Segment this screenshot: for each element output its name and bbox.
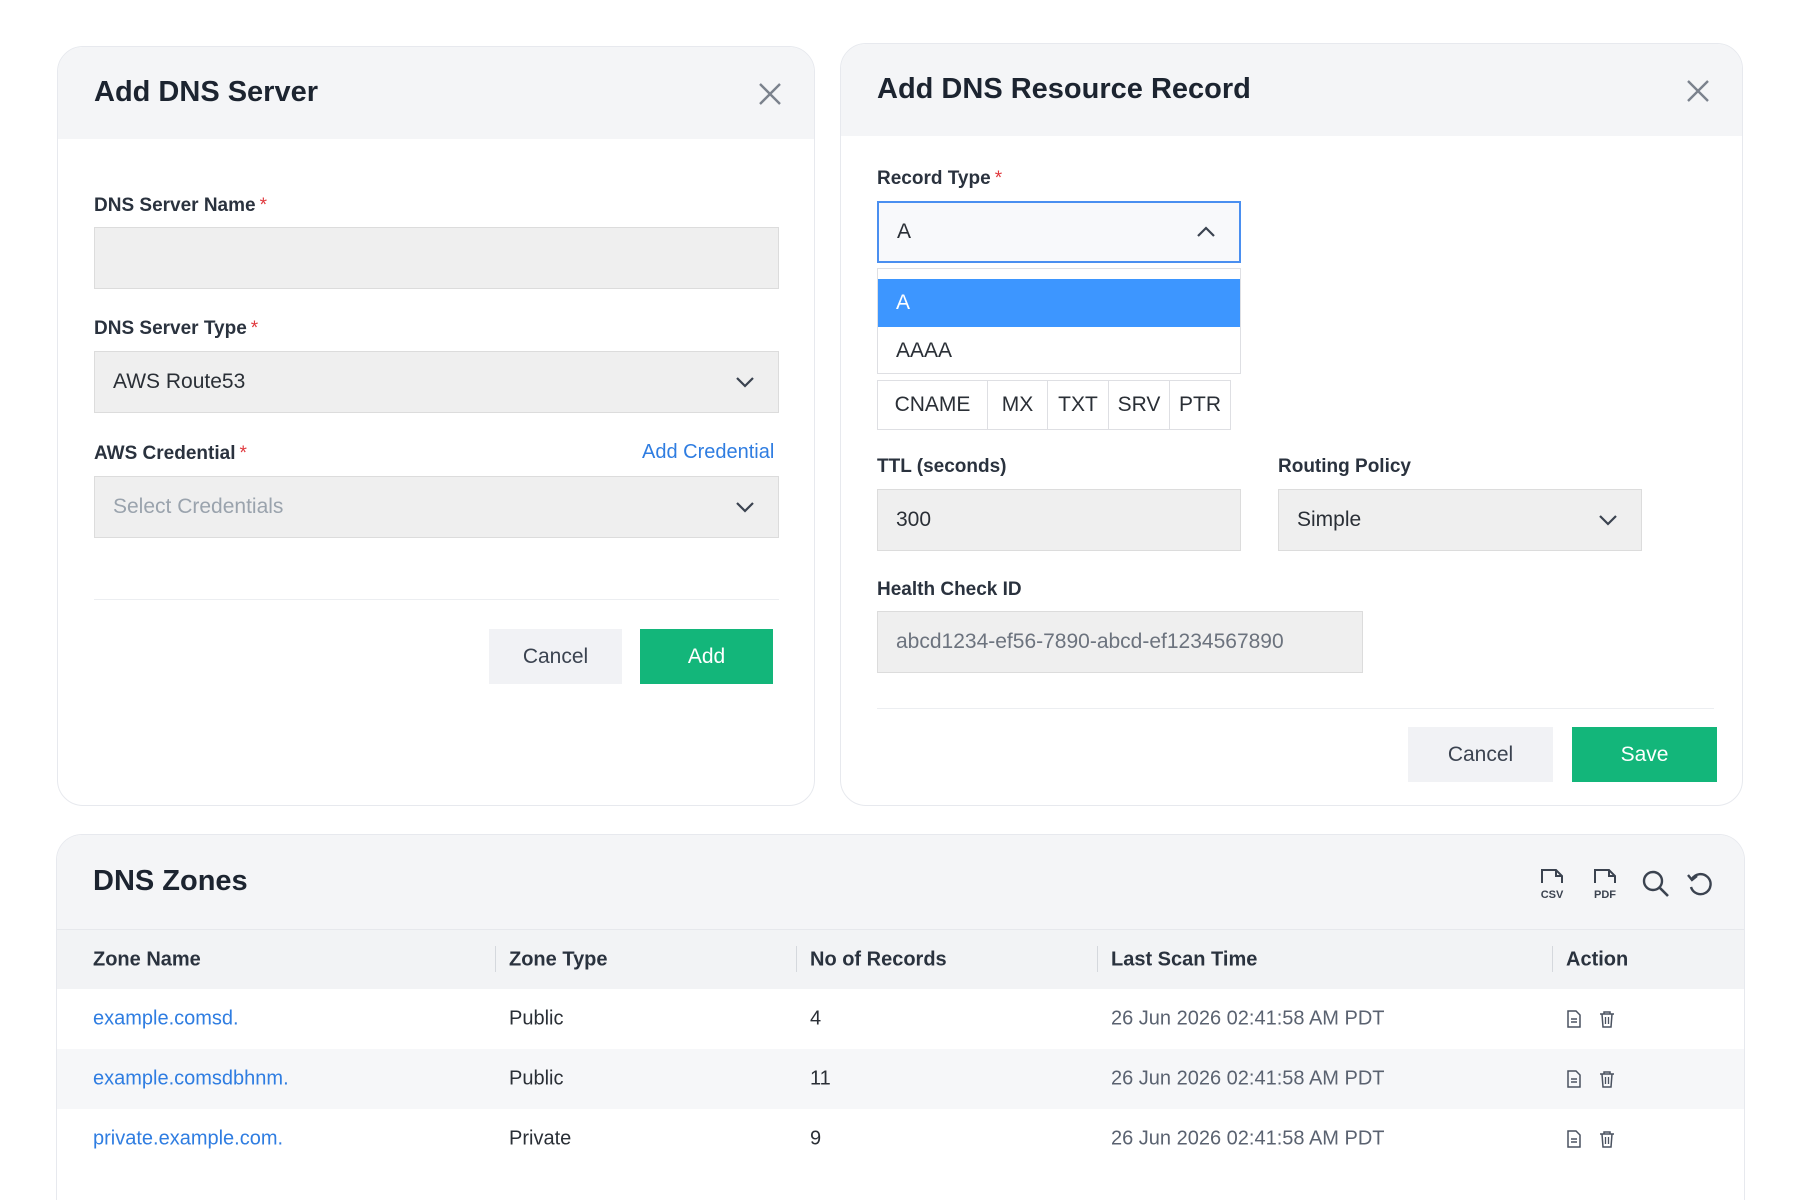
record-count: 4: [810, 1007, 822, 1030]
record-option-ptr[interactable]: PTR: [1170, 381, 1230, 429]
table-header: Zone Name Zone Type No of Records Last S…: [57, 929, 1744, 989]
dns-server-type-select[interactable]: AWS Route53: [94, 351, 779, 413]
close-icon[interactable]: [1683, 76, 1713, 106]
ttl-label: TTL (seconds): [877, 456, 1007, 477]
required-mark: *: [250, 318, 259, 339]
required-mark: *: [259, 195, 267, 216]
save-button[interactable]: Save: [1572, 727, 1717, 782]
zone-name-link[interactable]: example.comsd.: [93, 1008, 239, 1031]
chevron-down-icon: [736, 502, 754, 513]
column-divider: [1552, 946, 1553, 972]
health-check-label: Health Check ID: [877, 579, 1022, 600]
health-check-value: abcd1234-ef56-7890-abcd-ef1234567890: [896, 630, 1284, 653]
view-details-icon[interactable]: [1566, 1010, 1582, 1028]
last-scan-time: 26 Jun 2026 02:41:58 AM PDT: [1111, 1007, 1385, 1030]
csv-export-icon[interactable]: CSV: [1535, 867, 1569, 901]
refresh-icon[interactable]: [1686, 870, 1714, 898]
required-mark: *: [994, 168, 1003, 189]
add-button[interactable]: Add: [640, 629, 773, 684]
view-details-icon[interactable]: [1566, 1070, 1582, 1088]
panel-header: DNS Zones CSV PDF: [57, 835, 1744, 929]
add-dns-server-dialog: Add DNS Server DNS Server Name * DNS Serv…: [57, 46, 815, 806]
column-divider: [495, 946, 496, 972]
record-option-cname[interactable]: CNAME: [878, 381, 988, 429]
record-count: 9: [810, 1127, 822, 1150]
aws-credential-select[interactable]: Select Credentials: [94, 476, 779, 538]
column-action: Action: [1566, 948, 1629, 970]
chevron-down-icon: [1599, 515, 1617, 526]
svg-text:PDF: PDF: [1594, 889, 1616, 901]
chevron-down-icon: [736, 377, 754, 388]
zone-name-link[interactable]: example.comsdbhnm.: [93, 1068, 289, 1091]
dialog-title: Add DNS Resource Record: [877, 73, 1251, 105]
svg-text:CSV: CSV: [1541, 889, 1564, 901]
dialog-title: Add DNS Server: [94, 76, 319, 108]
zone-name-link[interactable]: private.example.com.: [93, 1128, 283, 1151]
record-type-label: Record Type *: [877, 168, 1003, 189]
zone-type: Public: [509, 1067, 564, 1090]
required-mark: *: [239, 443, 247, 464]
delete-icon[interactable]: [1599, 1130, 1615, 1148]
delete-icon[interactable]: [1599, 1010, 1615, 1028]
table-row: example.comsdbhnm. Public 11 26 Jun 2026…: [57, 1049, 1744, 1109]
record-type-value: A: [897, 220, 912, 243]
routing-policy-label: Routing Policy: [1278, 456, 1411, 477]
add-dns-record-dialog: Add DNS Resource Record Record Type * A A…: [840, 43, 1743, 806]
search-icon[interactable]: [1641, 869, 1671, 899]
dns-server-name-input[interactable]: [94, 227, 779, 289]
dns-server-type-label: DNS Server Type *: [94, 318, 259, 339]
record-type-select[interactable]: A: [877, 201, 1241, 263]
dropdown-option-a[interactable]: A: [878, 279, 1240, 327]
footer-divider: [877, 708, 1714, 709]
last-scan-time: 26 Jun 2026 02:41:58 AM PDT: [1111, 1127, 1385, 1150]
dialog-header: Add DNS Server: [58, 47, 814, 139]
view-details-icon[interactable]: [1566, 1130, 1582, 1148]
cancel-button[interactable]: Cancel: [489, 629, 622, 684]
record-option-mx[interactable]: MX: [988, 381, 1048, 429]
dropdown-option-aaaa[interactable]: AAAA: [878, 327, 1240, 375]
column-divider: [796, 946, 797, 972]
health-check-input[interactable]: abcd1234-ef56-7890-abcd-ef1234567890: [877, 611, 1363, 673]
delete-icon[interactable]: [1599, 1070, 1615, 1088]
panel-title: DNS Zones: [93, 865, 248, 897]
routing-policy-value: Simple: [1297, 508, 1362, 531]
footer-divider: [94, 599, 779, 600]
chevron-up-icon: [1197, 226, 1215, 237]
dns-server-type-value: AWS Route53: [113, 370, 246, 393]
zone-type: Public: [509, 1007, 564, 1030]
column-zone-type[interactable]: Zone Type: [509, 948, 608, 971]
credential-placeholder: Select Credentials: [113, 495, 284, 518]
ttl-input[interactable]: 300: [877, 489, 1241, 551]
column-no-of-records[interactable]: No of Records: [810, 948, 947, 971]
record-option-srv[interactable]: SRV: [1109, 381, 1170, 429]
column-zone-name[interactable]: Zone Name: [93, 948, 201, 971]
cancel-button[interactable]: Cancel: [1408, 727, 1553, 782]
column-last-scan-time[interactable]: Last Scan Time: [1111, 948, 1257, 971]
zone-type: Private: [509, 1127, 572, 1150]
routing-policy-select[interactable]: Simple: [1278, 489, 1642, 551]
aws-credential-label: AWS Credential *: [94, 443, 247, 464]
record-option-txt[interactable]: TXT: [1048, 381, 1109, 429]
dns-zones-panel: DNS Zones CSV PDF Zone Name Zone Type No…: [56, 834, 1745, 1200]
pdf-export-icon[interactable]: PDF: [1588, 867, 1622, 901]
last-scan-time: 26 Jun 2026 02:41:58 AM PDT: [1111, 1067, 1385, 1090]
record-count: 11: [810, 1067, 831, 1090]
close-icon[interactable]: [755, 79, 785, 109]
dialog-header: Add DNS Resource Record: [841, 44, 1742, 136]
ttl-value: 300: [896, 508, 932, 531]
table-row: private.example.com. Private 9 26 Jun 20…: [57, 1109, 1744, 1169]
add-credential-link[interactable]: Add Credential: [642, 441, 774, 464]
column-divider: [1097, 946, 1098, 972]
dns-server-name-label: DNS Server Name *: [94, 195, 267, 216]
record-type-more-options: CNAME MX TXT SRV PTR: [877, 380, 1231, 430]
record-type-dropdown: A AAAA: [877, 268, 1241, 374]
table-row: example.comsd. Public 4 26 Jun 2026 02:4…: [57, 989, 1744, 1049]
